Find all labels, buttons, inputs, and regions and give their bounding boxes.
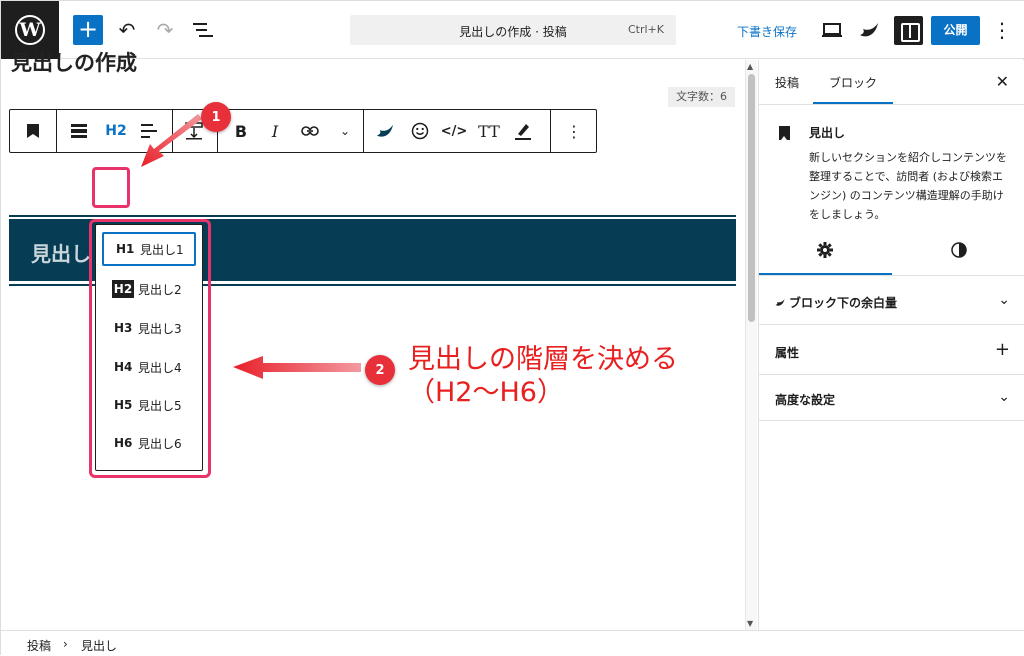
scrollbar-thumb[interactable] [748,74,755,322]
styles-contrast-icon[interactable] [951,242,967,262]
toolbar-divider [550,110,551,152]
heading-block-text[interactable]: 見出し [31,238,91,267]
level-code: H3 [114,321,133,335]
level-option-h5[interactable]: H5 見出し5 [102,388,196,422]
canvas-scrollbar[interactable]: ▲ ▼ [745,60,757,630]
publish-button[interactable]: 公開 [931,16,980,45]
text-size-icon[interactable]: TT [476,110,502,152]
level-option-h6[interactable]: H6 見出し6 [102,426,196,460]
align-text-icon[interactable] [136,110,162,152]
heading-level-menu: H1 見出し1 H2 見出し2 H3 見出し3 H4 見出し4 H5 見出し5 … [95,224,203,471]
sidebar-divider [759,324,1024,325]
block-toolbar: H2 B I ⌄ </> TT ⋮ [9,109,597,153]
breadcrumb-current[interactable]: 見出し [81,637,117,654]
step-badge-1: 1 [201,102,231,132]
toolbar-divider [172,110,173,152]
settings-sidebar-toggle-button[interactable] [894,16,923,45]
close-icon[interactable]: ✕ [996,72,1009,91]
annotation-line-2: （H2〜H6） [408,377,564,408]
sidebar-divider [759,374,1024,375]
scroll-down-arrow-icon[interactable]: ▼ [747,619,753,628]
level-code: H1 [116,242,135,256]
post-title[interactable]: 見出しの作成 [11,47,137,77]
level-option-h1[interactable]: H1 見出し1 [102,232,196,266]
level-label: 見出し5 [138,398,182,413]
level-label: 見出し3 [138,321,182,336]
toolbar-divider [363,110,364,152]
bold-button[interactable]: B [228,110,254,152]
word-count-badge: 文字数：6 [668,87,735,107]
sidebar-divider [759,275,1024,276]
step-badge-2: 2 [365,355,395,385]
level-option-h3[interactable]: H3 見出し3 [102,311,196,345]
undo-icon[interactable]: ↶ [114,16,140,44]
swell-small-icon [775,296,789,310]
top-toolbar: W + ↶ ↷ 見出しの作成 · 投稿 Ctrl+K 下書き保存 公開 ⋮ [1,1,1024,59]
block-card-title: 見出し [809,126,846,140]
highlight-marker-icon[interactable] [510,110,536,152]
chevron-down-icon: ⌄ [998,292,1010,308]
save-draft-button[interactable]: 下書き保存 [737,23,797,40]
block-breadcrumb: 投稿 › 見出し [1,630,1024,656]
italic-button[interactable]: I [262,110,288,152]
sidebar-divider [759,104,1024,105]
level-code: H2 [112,280,134,298]
level-label: 見出し2 [138,282,182,297]
h2-button-highlight [92,167,130,208]
breadcrumb-separator: › [63,637,68,651]
inline-code-icon[interactable]: </> [441,110,468,152]
command-palette-bar[interactable]: 見出しの作成 · 投稿 Ctrl+K [350,15,676,45]
editor-window: W + ↶ ↷ 見出しの作成 · 投稿 Ctrl+K 下書き保存 公開 ⋮ 見出… [0,0,1024,656]
level-option-h4[interactable]: H4 見出し4 [102,350,196,384]
panel-title: 属性 [775,346,800,360]
panel-advanced[interactable]: 高度な設定 ⌄ [775,389,1010,408]
block-options-icon[interactable]: ⋮ [560,110,588,152]
level-label: 見出し1 [140,242,184,257]
level-option-h2[interactable]: H2 見出し2 [102,272,196,306]
bookmark-icon [779,126,790,140]
preview-desktop-icon[interactable] [819,16,845,44]
settings-sidebar: 投稿 ブロック ✕ 見出し 新しいセクションを紹介しコンテンツを整理することで、… [758,60,1024,630]
heading-border-top [9,215,736,217]
block-card-description: 新しいセクションを紹介しコンテンツを整理することで、訪問者 (および検索エンジン… [809,151,1007,221]
level-label: 見出し4 [138,360,182,375]
heading-level-button[interactable]: H2 [98,114,134,148]
plus-icon: + [994,339,1010,360]
breadcrumb-root[interactable]: 投稿 [27,637,51,654]
level-label: 見出し6 [138,436,182,451]
scroll-up-arrow-icon[interactable]: ▲ [747,62,753,71]
sidebar-divider [759,420,1024,421]
tab-block[interactable]: ブロック [829,74,877,91]
options-menu-icon[interactable]: ⋮ [989,16,1015,44]
annotation-note: 見出しの階層を決める （H2〜H6） [408,343,678,409]
toolbar-divider [56,110,57,152]
emoji-icon[interactable] [407,110,433,152]
document-overview-icon[interactable] [190,16,216,44]
annotation-line-1: 見出しの階層を決める [408,344,678,375]
block-move-handle-icon[interactable] [66,110,92,152]
link-icon[interactable] [297,110,323,152]
chevron-down-icon: ⌄ [998,389,1010,405]
panel-attributes[interactable]: 属性 + [775,339,1010,361]
block-type-icon[interactable] [20,110,46,152]
panel-title: 高度な設定 [775,393,836,407]
swell-plugin-icon[interactable] [856,16,882,44]
wordpress-w-icon: W [15,15,45,45]
add-block-button[interactable]: + [73,15,103,45]
swell-format-icon[interactable] [372,110,398,152]
panel-block-spacing[interactable]: ブロック下の余白量 ⌄ [775,292,1010,311]
level-code: H6 [114,436,133,450]
more-formats-chevron-icon[interactable]: ⌄ [332,110,358,152]
settings-gear-icon[interactable] [817,242,833,262]
panel-title: ブロック下の余白量 [789,296,898,310]
command-shortcut: Ctrl+K [627,23,664,36]
level-code: H5 [114,398,133,412]
redo-icon[interactable]: ↷ [152,16,178,44]
level-code: H4 [114,360,133,374]
tab-post[interactable]: 投稿 [775,74,799,91]
